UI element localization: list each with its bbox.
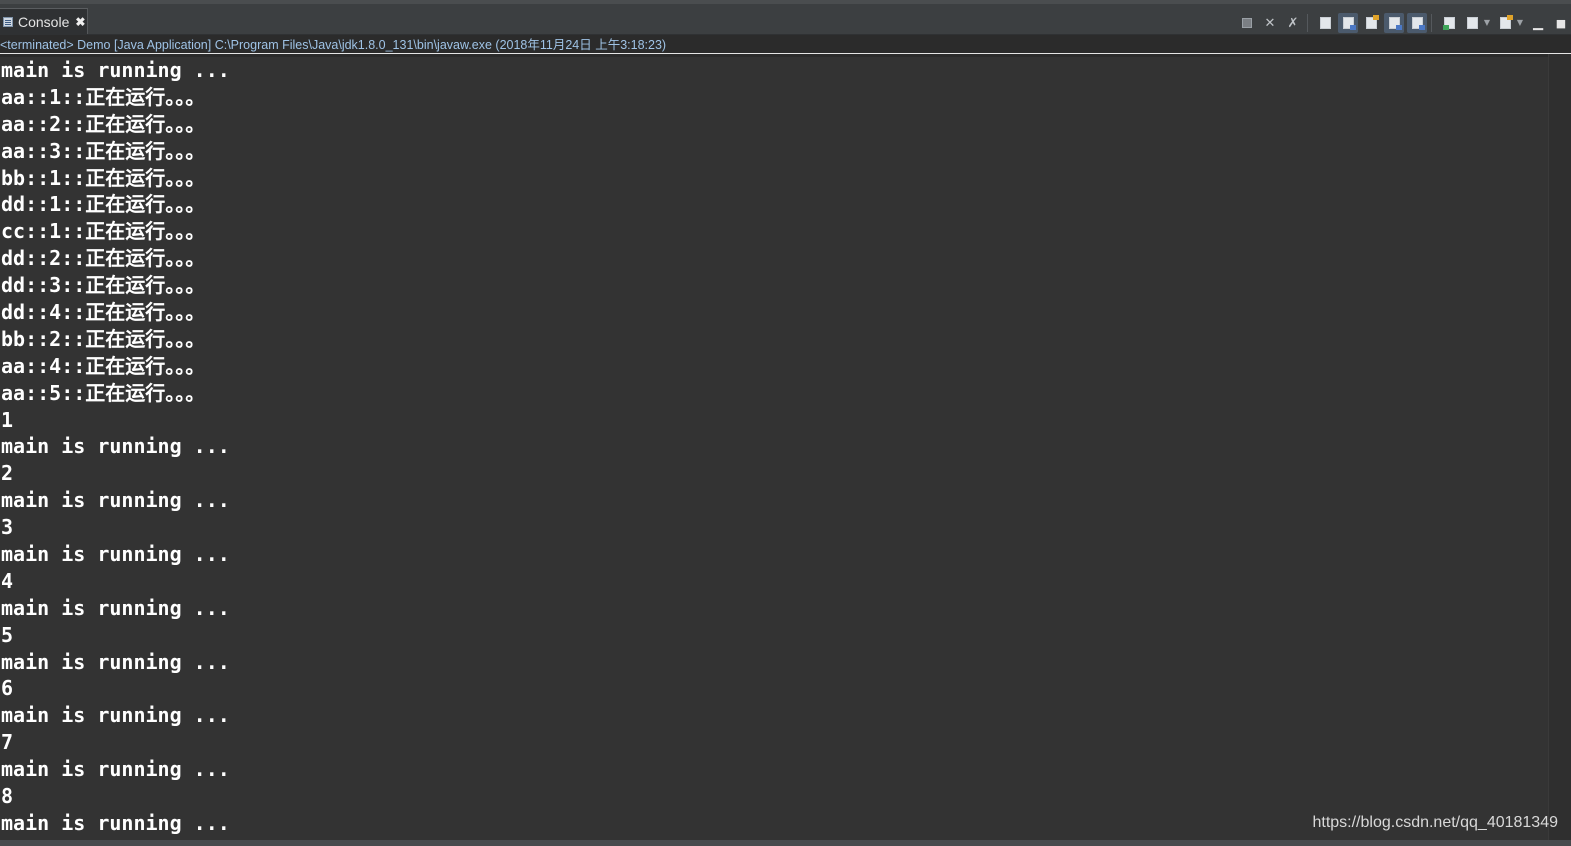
status-divider — [0, 53, 1571, 54]
console-output[interactable]: main is running ... aa::1::正在运行。。。 aa::2::… — [0, 57, 1548, 840]
scroll-lock-icon[interactable] — [1338, 13, 1358, 33]
console-line: 1 — [1, 407, 14, 432]
close-icon[interactable]: ✖ — [75, 16, 85, 28]
console-line: 5 — [1, 622, 14, 647]
console-icon — [3, 16, 13, 27]
minimize-icon[interactable]: ▁ — [1528, 13, 1548, 33]
toolbar-separator — [1431, 14, 1432, 32]
stop-icon[interactable] — [1237, 13, 1257, 33]
show-stderr-icon[interactable] — [1407, 13, 1427, 33]
launch-status-line: <terminated> Demo [Java Application] C:\… — [0, 37, 1571, 53]
remove-icon[interactable]: ✕ — [1260, 13, 1280, 33]
chevron-down-icon[interactable]: ▼ — [1515, 13, 1525, 33]
display-console-icon[interactable] — [1462, 13, 1482, 33]
console-line: 7 — [1, 730, 14, 755]
console-line: dd::4::正在运行。。。 — [1, 300, 206, 325]
vertical-scrollbar[interactable] — [1548, 54, 1571, 840]
pin-icon[interactable] — [1439, 13, 1459, 33]
console-line: dd::1::正在运行。。。 — [1, 192, 206, 217]
console-line: aa::4::正在运行。。。 — [1, 353, 206, 378]
console-line: aa::3::正在运行。。。 — [1, 138, 206, 163]
view-tab-bar: Console ✖ ✕ ✗ ▼ ▼ ▁ ■ — [0, 4, 1571, 35]
console-line: main is running ... — [1, 649, 230, 674]
console-line: bb::1::正在运行。。。 — [1, 165, 206, 190]
console-line: 4 — [1, 568, 14, 593]
console-line: main is running ... — [1, 488, 230, 513]
toolbar-separator — [1307, 14, 1308, 32]
console-line: 6 — [1, 676, 14, 701]
console-line: aa::1::正在运行。。。 — [1, 84, 206, 109]
console-line: main is running ... — [1, 595, 230, 620]
watermark: https://blog.csdn.net/qq_40181349 — [1312, 814, 1558, 831]
console-line: dd::3::正在运行。。。 — [1, 273, 206, 298]
console-line: cc::1::正在运行。。。 — [1, 219, 206, 244]
console-toolbar: ✕ ✗ ▼ ▼ ▁ ■ — [1234, 10, 1571, 36]
console-line: main is running ... — [1, 542, 230, 567]
clear-console-icon[interactable] — [1315, 13, 1335, 33]
chevron-down-icon[interactable]: ▼ — [1482, 13, 1492, 33]
console-line: main is running ... — [1, 434, 230, 459]
show-stdout-icon[interactable] — [1384, 13, 1404, 33]
word-wrap-icon[interactable] — [1361, 13, 1381, 33]
console-line: main is running ... — [1, 703, 230, 728]
console-line: aa::2::正在运行。。。 — [1, 111, 206, 136]
tab-console[interactable]: Console ✖ — [0, 8, 88, 34]
bottom-border — [0, 840, 1571, 846]
console-line: 2 — [1, 461, 14, 486]
console-line: main is running ... — [1, 757, 230, 782]
maximize-icon[interactable]: ■ — [1551, 13, 1571, 33]
console-line: dd::2::正在运行。。。 — [1, 246, 206, 271]
console-line: 3 — [1, 515, 14, 540]
tab-console-label: Console — [18, 13, 70, 30]
console-line: aa::5::正在运行。。。 — [1, 380, 206, 405]
remove-all-icon[interactable]: ✗ — [1283, 13, 1303, 33]
console-line: bb::2::正在运行。。。 — [1, 326, 206, 351]
console-line: main is running ... — [1, 58, 230, 82]
console-line: 8 — [1, 784, 14, 809]
open-console-icon[interactable] — [1495, 13, 1515, 33]
